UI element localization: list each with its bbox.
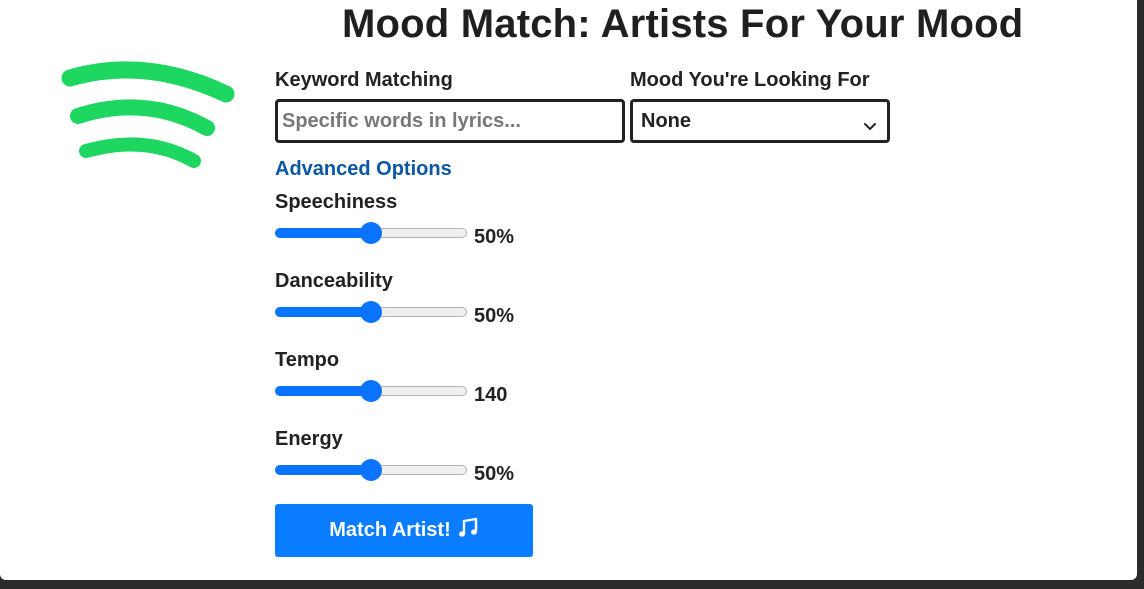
speechiness-label: Speechiness	[275, 191, 398, 213]
energy-value: 50%	[474, 463, 515, 485]
app-window: Mood Match: Artists For Your Mood Keywor…	[0, 0, 1137, 580]
chevron-down-icon	[863, 115, 877, 138]
mood-label: Mood You're Looking For	[630, 69, 870, 91]
danceability-label: Danceability	[275, 270, 393, 292]
energy-slider[interactable]	[275, 458, 467, 482]
tempo-slider[interactable]	[275, 379, 467, 403]
tempo-value: 140	[474, 384, 508, 406]
spotify-logo-icon	[56, 56, 236, 181]
advanced-options-link[interactable]: Advanced Options	[275, 158, 452, 181]
slider-fill	[275, 386, 371, 396]
page-title: Mood Match: Artists For Your Mood	[342, 2, 1024, 46]
slider-thumb[interactable]	[360, 459, 382, 481]
speechiness-slider[interactable]	[275, 221, 467, 245]
keyword-input[interactable]	[275, 99, 625, 143]
slider-thumb[interactable]	[360, 301, 382, 323]
slider-fill	[275, 228, 371, 238]
danceability-value: 50%	[474, 305, 515, 327]
mood-select[interactable]: None	[630, 99, 890, 143]
keyword-label: Keyword Matching	[275, 69, 453, 91]
slider-thumb[interactable]	[360, 222, 382, 244]
tempo-label: Tempo	[275, 349, 340, 371]
energy-label: Energy	[275, 428, 343, 450]
danceability-slider[interactable]	[275, 300, 467, 324]
music-note-icon	[457, 517, 479, 545]
mood-selected-value: None	[641, 109, 691, 132]
slider-fill	[275, 307, 371, 317]
slider-thumb[interactable]	[360, 380, 382, 402]
match-artist-button[interactable]: Match Artist!	[275, 504, 533, 557]
match-artist-label: Match Artist!	[329, 519, 451, 541]
speechiness-value: 50%	[474, 226, 515, 248]
slider-fill	[275, 465, 371, 475]
